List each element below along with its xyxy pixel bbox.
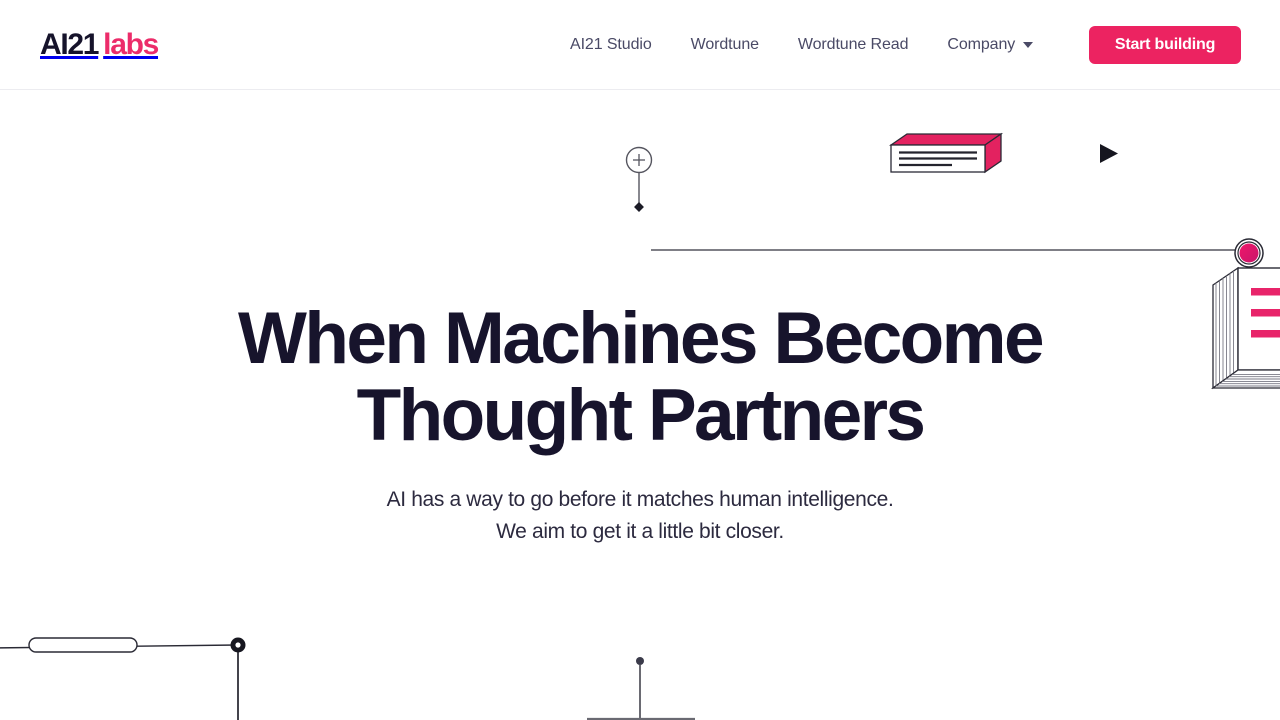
arrow-right-icon xyxy=(1100,144,1118,163)
nav-item-company-label: Company xyxy=(947,36,1016,53)
nav-item-ai21-studio[interactable]: AI21 Studio xyxy=(570,30,652,60)
nav-item-company[interactable]: Company xyxy=(947,30,1034,60)
hero-copy: When Machines Become Thought Partners AI… xyxy=(0,300,1280,548)
dot-terminal-icon xyxy=(636,657,644,665)
capsule-node-icon xyxy=(28,637,138,653)
nav-item-wordtune-read[interactable]: Wordtune Read xyxy=(798,30,909,60)
hero-title-line-1: When Machines Become xyxy=(238,298,1045,379)
diamond-terminal-icon xyxy=(634,202,644,212)
start-building-button[interactable]: Start building xyxy=(1089,26,1241,64)
hero-subtitle: AI has a way to go before it matches hum… xyxy=(0,484,1280,548)
donut-node-icon xyxy=(230,637,246,653)
chevron-down-icon xyxy=(1023,42,1034,48)
page-title: When Machines Become Thought Partners xyxy=(0,300,1280,454)
nav-item-wordtune[interactable]: Wordtune xyxy=(691,30,759,60)
main-navigation: AI21 Studio Wordtune Wordtune Read Compa… xyxy=(570,30,1034,60)
brand-logo[interactable]: AI21 labs xyxy=(40,28,159,62)
brand-logo-labs: labs xyxy=(103,28,159,61)
plus-circle-node-icon xyxy=(625,146,653,174)
hero-subtitle-line-2: We aim to get it a little bit closer. xyxy=(496,520,784,543)
brand-logo-ai21: AI21 xyxy=(40,28,99,61)
pink-ring-node-icon xyxy=(1234,238,1264,268)
hero-subtitle-line-1: AI has a way to go before it matches hum… xyxy=(386,488,894,511)
hero-section: When Machines Become Thought Partners AI… xyxy=(0,90,1280,720)
decor-bottom-left-line xyxy=(0,644,238,649)
hero-title-line-2: Thought Partners xyxy=(356,375,926,456)
document-card-3d-icon xyxy=(888,132,1004,174)
site-header: AI21 labs AI21 Studio Wordtune Wordtune R… xyxy=(0,0,1280,90)
